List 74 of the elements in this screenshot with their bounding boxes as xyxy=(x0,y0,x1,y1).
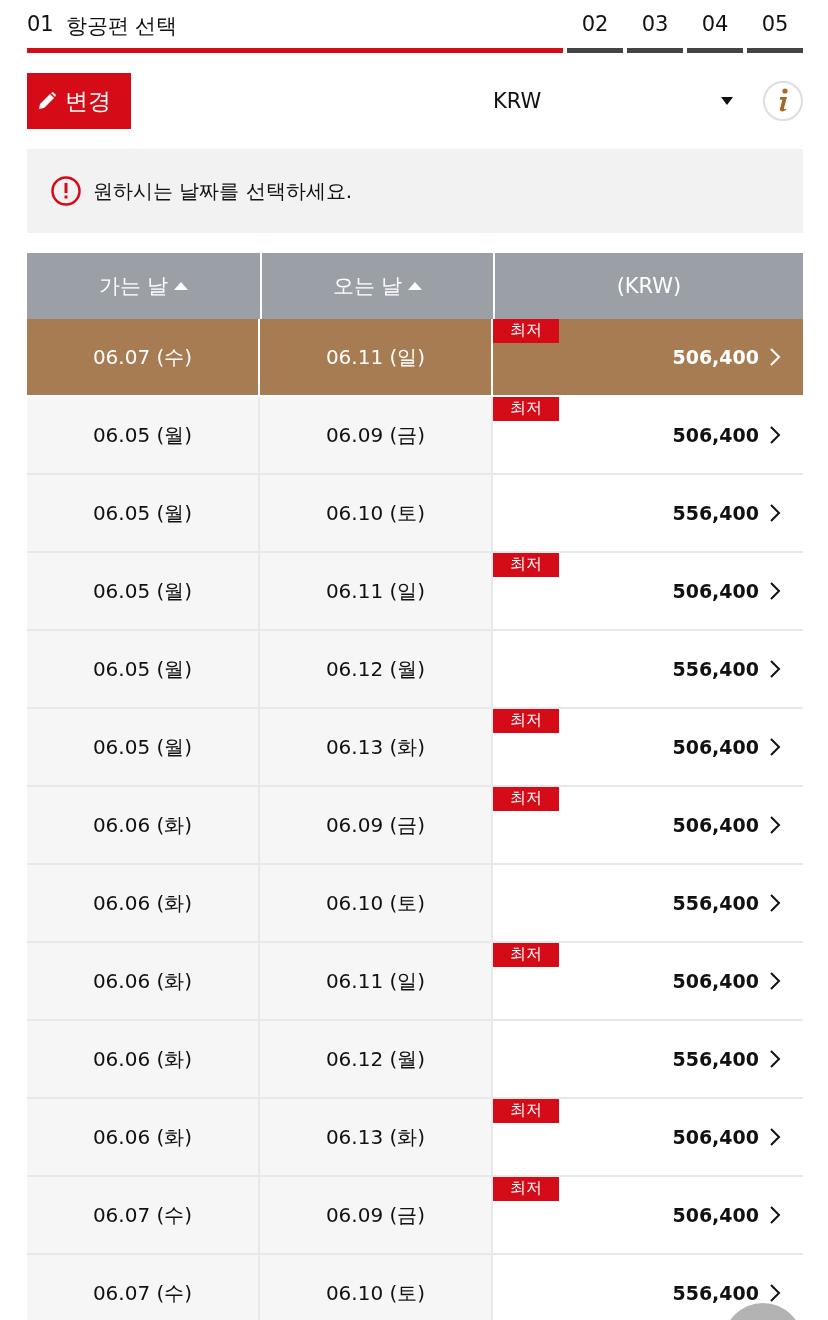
sort-up-icon xyxy=(174,282,189,290)
table-cell[interactable]: 06.09 (금) xyxy=(260,1177,493,1253)
table-cell[interactable]: 06.10 (토) xyxy=(260,475,493,551)
table-cell[interactable]: 06.10 (토) xyxy=(260,1255,493,1320)
price-text: 506,400 xyxy=(672,580,759,602)
table-cell[interactable]: 06.11 (일) xyxy=(260,319,493,395)
chevron-right-icon xyxy=(769,893,781,913)
chevron-right-icon xyxy=(769,815,781,835)
table-cell[interactable]: 06.07 (수) xyxy=(27,319,260,395)
price-text: 506,400 xyxy=(672,1126,759,1148)
price-text: 556,400 xyxy=(672,1282,759,1304)
step-tab[interactable]: 05 xyxy=(747,12,803,53)
step-tab[interactable]: 04 xyxy=(687,12,743,53)
step-tab[interactable]: 02 xyxy=(567,12,623,53)
edit-button[interactable]: 변경 xyxy=(27,73,131,129)
lowest-badge: 최저 xyxy=(493,397,559,421)
table-cell[interactable]: 06.11 (일) xyxy=(260,553,493,629)
table-cell[interactable]: 06.13 (화) xyxy=(260,1099,493,1175)
price-text: 506,400 xyxy=(672,1204,759,1226)
chevron-right-icon xyxy=(769,347,781,367)
table-cell[interactable]: 06.12 (월) xyxy=(260,1021,493,1097)
table-cell[interactable]: 06.10 (토) xyxy=(260,865,493,941)
chevron-right-icon xyxy=(769,737,781,757)
warning-icon xyxy=(51,176,81,206)
pencil-icon xyxy=(37,91,57,111)
caret-icon xyxy=(721,97,733,105)
price-text: 506,400 xyxy=(672,970,759,992)
table-cell[interactable]: 06.06 (화) xyxy=(27,865,260,941)
lowest-badge: 최저 xyxy=(493,1177,559,1201)
price-text: 556,400 xyxy=(672,892,759,914)
currency-dropdown[interactable]: KRW xyxy=(351,89,733,113)
chevron-right-icon xyxy=(769,971,781,991)
table-cell[interactable]: 06.06 (화) xyxy=(27,787,260,863)
table-cell[interactable]: 06.05 (월) xyxy=(27,631,260,707)
step-tab[interactable]: 01 항공편 선택 xyxy=(27,12,563,53)
price-text: 506,400 xyxy=(672,424,759,446)
chevron-right-icon xyxy=(769,1127,781,1147)
lowest-badge: 최저 xyxy=(493,709,559,733)
chevron-right-icon xyxy=(769,503,781,523)
table-cell[interactable]: 06.05 (월) xyxy=(27,709,260,785)
chevron-right-icon xyxy=(769,1283,781,1303)
chevron-right-icon xyxy=(769,1049,781,1069)
lowest-badge: 최저 xyxy=(493,1099,559,1123)
table-cell[interactable]: 06.11 (일) xyxy=(260,943,493,1019)
table-cell[interactable]: 06.13 (화) xyxy=(260,709,493,785)
lowest-badge: 최저 xyxy=(493,943,559,967)
info-icon[interactable] xyxy=(763,81,803,121)
chevron-right-icon xyxy=(769,581,781,601)
table-cell[interactable]: 06.07 (수) xyxy=(27,1255,260,1320)
price-text: 506,400 xyxy=(672,736,759,758)
table-cell[interactable]: 06.05 (월) xyxy=(27,553,260,629)
sort-up-icon xyxy=(408,282,423,290)
chevron-right-icon xyxy=(769,659,781,679)
table-cell[interactable]: 06.06 (화) xyxy=(27,943,260,1019)
price-text: 556,400 xyxy=(672,658,759,680)
table-cell[interactable]: 06.07 (수) xyxy=(27,1177,260,1253)
price-text: 506,400 xyxy=(672,346,759,368)
lowest-badge: 최저 xyxy=(493,553,559,577)
chevron-right-icon xyxy=(769,1205,781,1225)
lowest-badge: 최저 xyxy=(493,319,559,343)
table-cell[interactable]: 06.09 (금) xyxy=(260,397,493,473)
table-cell[interactable]: 06.06 (화) xyxy=(27,1099,260,1175)
table-cell[interactable]: 06.12 (월) xyxy=(260,631,493,707)
lowest-badge: 최저 xyxy=(493,787,559,811)
notice-text: 원하시는 날짜를 선택하세요. xyxy=(93,177,353,205)
price-text: 506,400 xyxy=(672,814,759,836)
price-text: 556,400 xyxy=(672,502,759,524)
table-cell[interactable]: 06.09 (금) xyxy=(260,787,493,863)
table-cell[interactable]: 06.06 (화) xyxy=(27,1021,260,1097)
step-tab[interactable]: 03 xyxy=(627,12,683,53)
table-cell[interactable]: 06.05 (월) xyxy=(27,397,260,473)
table-cell[interactable]: 06.05 (월) xyxy=(27,475,260,551)
price-text: 556,400 xyxy=(672,1048,759,1070)
chevron-right-icon xyxy=(769,425,781,445)
